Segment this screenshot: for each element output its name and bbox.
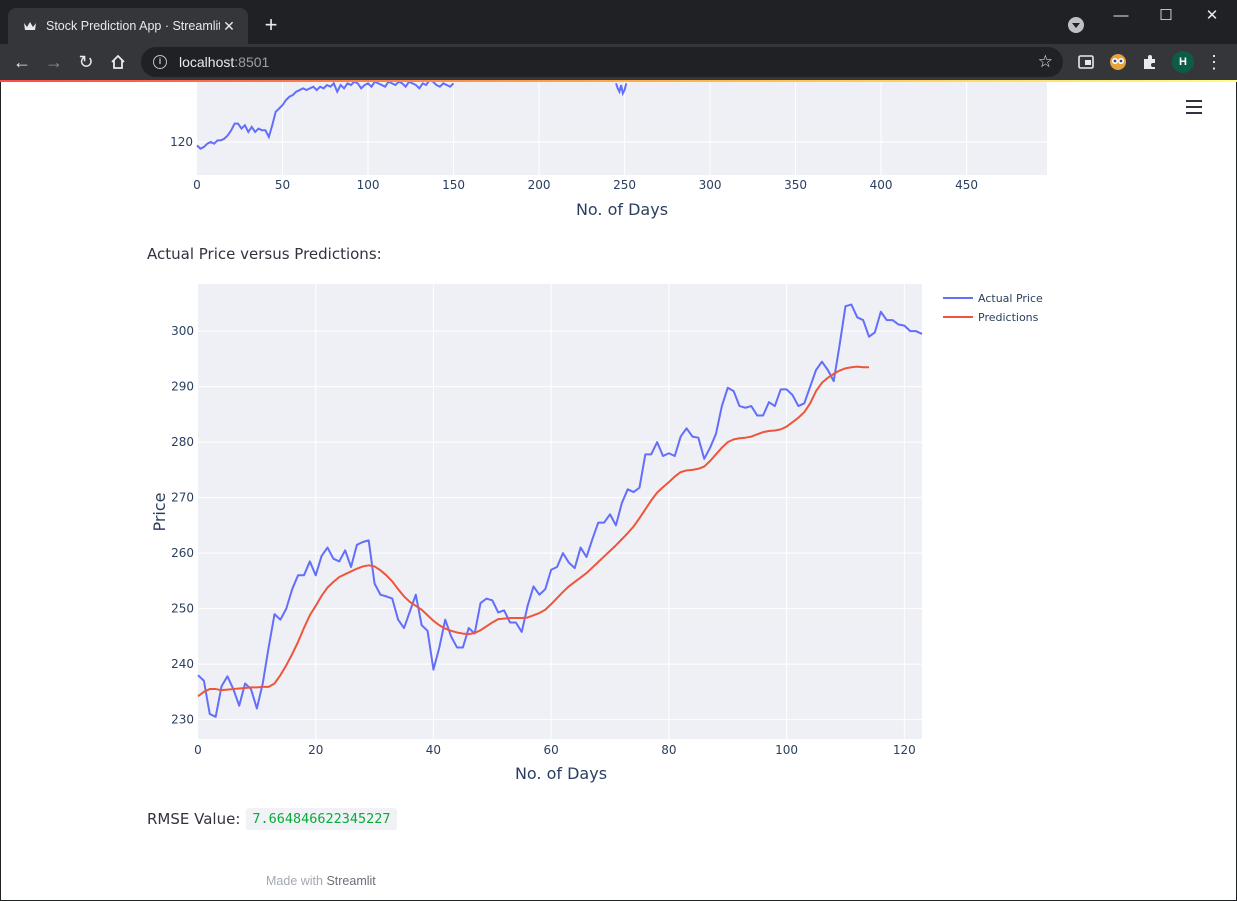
y-tick-label: 290 — [171, 380, 194, 394]
streamlit-crown-icon — [22, 18, 38, 34]
legend-label[interactable]: Predictions — [978, 311, 1039, 324]
browser-toolbar: ← → ↻ i localhost :8501 ☆ H ⋮ — [0, 44, 1237, 80]
y-tick-label: 240 — [171, 657, 194, 671]
address-bar[interactable]: i localhost :8501 ☆ — [141, 47, 1063, 77]
footer: Made with Streamlit — [266, 874, 376, 888]
y-axis-label: Price — [150, 492, 169, 531]
extension-eyes-icon[interactable] — [1108, 52, 1128, 72]
x-tick-label: 50 — [275, 178, 290, 192]
browser-tab[interactable]: Stock Prediction App · Streamlit ✕ — [8, 8, 248, 44]
x-tick-label: 40 — [426, 743, 441, 757]
x-axis-label: No. of Days — [515, 764, 607, 783]
close-tab-icon[interactable]: ✕ — [220, 18, 238, 35]
footer-text: Made with — [266, 874, 327, 888]
reading-mode-icon[interactable] — [1076, 52, 1096, 72]
y-tick-label: 250 — [171, 602, 194, 616]
home-icon[interactable] — [104, 48, 132, 76]
rmse-label: RMSE Value: — [147, 810, 241, 828]
x-tick-label: 300 — [699, 178, 722, 192]
profile-avatar[interactable]: H — [1172, 51, 1194, 73]
browser-menu-icon[interactable]: ⋮ — [1204, 48, 1224, 76]
x-tick-label: 0 — [193, 178, 201, 192]
x-tick-label: 60 — [544, 743, 559, 757]
y-tick-label: 300 — [171, 324, 194, 338]
y-tick-label: 120 — [170, 135, 193, 149]
price-history-chart: 0 50 100 150 200 250 300 350 400 450 120 No. of D… — [170, 82, 1047, 219]
url-host: localhost — [179, 54, 235, 70]
tab-title: Stock Prediction App · Streamlit — [46, 19, 220, 33]
plot-background — [198, 284, 922, 739]
legend-label[interactable]: Actual Price — [978, 292, 1043, 305]
tab-search-icon[interactable] — [1068, 17, 1084, 33]
app-page: 0 50 100 150 200 250 300 350 400 450 120 No. of D… — [1, 82, 1236, 900]
x-tick-label: 150 — [442, 178, 465, 192]
section-label: Actual Price versus Predictions: — [147, 245, 382, 263]
x-tick-label: 0 — [194, 743, 202, 757]
x-tick-label: 350 — [784, 178, 807, 192]
maximize-icon[interactable]: ☐ — [1143, 4, 1189, 28]
chart-legend[interactable]: Actual Price Predictions — [943, 292, 1043, 324]
actual-vs-predictions-chart: 0 20 40 60 80 100 120 230 240 250 260 270 280 290 300… — [150, 284, 1043, 783]
extensions-puzzle-icon[interactable] — [1140, 52, 1160, 72]
y-tick-label: 280 — [171, 435, 194, 449]
x-tick-label: 120 — [893, 743, 916, 757]
forward-icon[interactable]: → — [40, 48, 68, 76]
window-close-icon[interactable]: ✕ — [1189, 4, 1235, 28]
x-tick-label: 450 — [955, 178, 978, 192]
plot-background — [197, 82, 1047, 175]
x-tick-label: 400 — [870, 178, 893, 192]
x-tick-label: 200 — [528, 178, 551, 192]
reload-icon[interactable]: ↻ — [72, 48, 100, 76]
x-tick-label: 80 — [661, 743, 676, 757]
x-axis-label: No. of Days — [576, 200, 668, 219]
rmse-value: 7.664846622345227 — [246, 808, 397, 830]
new-tab-button[interactable]: + — [259, 12, 283, 38]
minimize-icon[interactable]: — — [1098, 4, 1144, 28]
streamlit-link[interactable]: Streamlit — [326, 874, 375, 888]
back-icon[interactable]: ← — [8, 48, 36, 76]
x-tick-label: 20 — [308, 743, 323, 757]
y-tick-label: 260 — [171, 546, 194, 560]
x-tick-label: 100 — [775, 743, 798, 757]
site-info-icon[interactable]: i — [153, 55, 167, 69]
x-tick-label: 250 — [613, 178, 636, 192]
browser-tab-strip: Stock Prediction App · Streamlit ✕ + — ☐… — [0, 0, 1237, 44]
x-tick-label: 100 — [357, 178, 380, 192]
rmse-row: RMSE Value: 7.664846622345227 — [147, 808, 397, 830]
y-tick-label: 270 — [171, 491, 194, 505]
url-port: :8501 — [234, 54, 270, 70]
bookmark-star-icon[interactable]: ☆ — [1038, 52, 1053, 72]
y-tick-label: 230 — [171, 713, 194, 727]
